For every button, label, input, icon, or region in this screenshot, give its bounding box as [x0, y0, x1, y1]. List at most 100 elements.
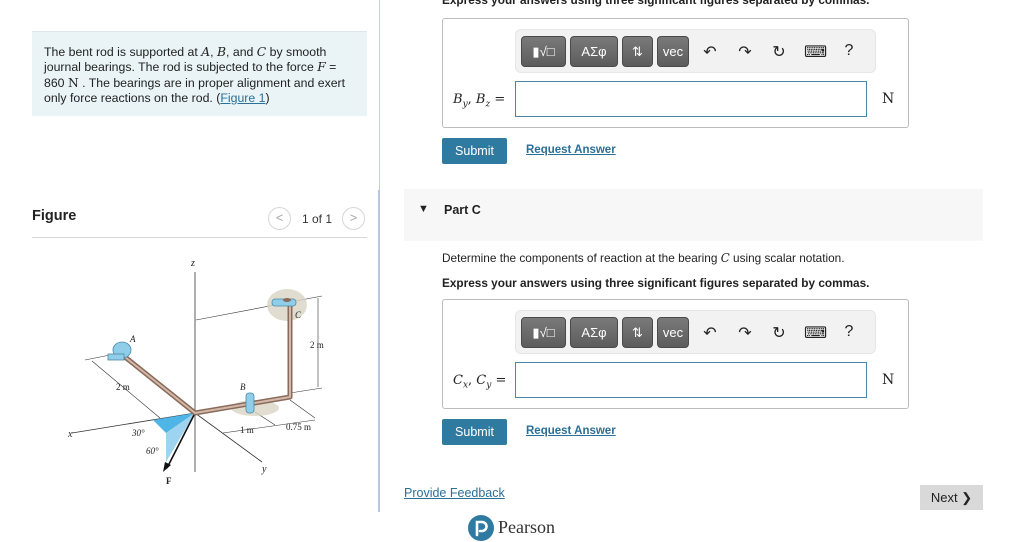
angle-30-label: 30° — [131, 428, 145, 438]
label-var: C — [453, 373, 463, 388]
greek-icon: ΑΣφ — [581, 325, 607, 340]
part-c-unit: N — [882, 372, 895, 388]
part-c-question: Determine the components of reaction at … — [442, 251, 845, 265]
problem-text: ) — [265, 91, 270, 106]
question-text: using scalar notation. — [729, 251, 845, 265]
vector-icon: vec — [662, 325, 684, 340]
greek-symbols-button[interactable]: ΑΣφ — [570, 317, 618, 348]
question-var: C — [720, 251, 730, 265]
point-a-label: A — [129, 334, 136, 344]
vector-button[interactable]: vec — [657, 36, 689, 67]
figure-pager-text: 1 of 1 — [302, 212, 333, 226]
chevron-right-icon: > — [349, 210, 358, 225]
figure-title: Figure — [32, 208, 77, 224]
keyboard-icon[interactable]: ⌨ — [804, 42, 827, 62]
sort-icon: ⇅ — [632, 44, 643, 59]
part-b-unit: N — [882, 91, 895, 107]
part-c-answer-label: Cx, Cy = — [453, 373, 507, 391]
bearing-b — [245, 392, 255, 414]
reset-icon[interactable]: ↻ — [768, 42, 790, 62]
templates-button[interactable]: ▮√□ — [521, 36, 566, 67]
var-f: F — [317, 60, 326, 75]
provide-feedback-link[interactable]: Provide Feedback — [404, 486, 505, 500]
vector-icon: vec — [662, 44, 684, 59]
part-b-instruction: Express your answers using three signifi… — [442, 0, 870, 7]
point-c-label: C — [295, 310, 302, 320]
previous-figure-button[interactable]: < — [268, 207, 291, 230]
pearson-brand-name: Pearson — [498, 517, 555, 537]
pane-resize-handle[interactable] — [378, 190, 380, 512]
part-c-header[interactable]: ▼ Part C — [404, 189, 983, 241]
next-button[interactable]: Next ❯ — [920, 485, 983, 510]
dimension-1m: 1 m — [240, 425, 254, 435]
part-c-answer-input[interactable] — [515, 362, 867, 398]
problem-text: , — [210, 45, 217, 59]
problem-text: The bent rod is supported at — [44, 45, 202, 59]
templates-button[interactable]: ▮√□ — [521, 317, 566, 348]
bent-rod-highlight — [119, 305, 291, 414]
dimension-line — [289, 399, 316, 419]
pearson-mark-icon — [468, 515, 494, 541]
figure-link[interactable]: Figure 1 — [220, 91, 265, 105]
undo-icon[interactable]: ↶ — [699, 323, 721, 343]
bent-rod — [118, 305, 293, 416]
part-b-answer-label: By, Bz = — [453, 92, 506, 110]
part-c-instruction: Express your answers using three signifi… — [442, 276, 870, 290]
help-icon[interactable]: ? — [838, 323, 860, 341]
part-b-math-toolbar: ▮√□ ΑΣφ ⇅ vec ↶ ↷ ↻ ⌨ ? — [515, 29, 876, 73]
pane-divider — [379, 0, 380, 190]
reset-icon[interactable]: ↻ — [768, 323, 790, 343]
label-equals: = — [491, 373, 507, 388]
problem-statement: The bent rod is supported at A, B, and C… — [32, 31, 367, 116]
part-c-math-toolbar: ▮√□ ΑΣφ ⇅ vec ↶ ↷ ↻ ⌨ ? — [515, 310, 876, 354]
bent-rod-diagram: z x y A B C 2 m 2 m 1 m 0.75 m 30° 60° F — [67, 258, 324, 486]
part-c-answer-box: ▮√□ ΑΣφ ⇅ vec ↶ ↷ ↻ ⌨ ? Cx, Cy = N — [442, 299, 909, 409]
label-var: B — [453, 92, 463, 107]
greek-symbols-button[interactable]: ΑΣφ — [570, 36, 618, 67]
part-c-request-answer-link[interactable]: Request Answer — [526, 425, 616, 437]
bearing-c — [271, 298, 297, 307]
undo-icon[interactable]: ↶ — [699, 42, 721, 62]
figure-image: z x y A B C 2 m 2 m 1 m 0.75 m 30° 60° F — [60, 250, 350, 490]
part-b-answer-box: ▮√□ ΑΣφ ⇅ vec ↶ ↷ ↻ ⌨ ? By, Bz = N — [442, 18, 909, 128]
problem-text: . The bearings are in proper alignment a… — [44, 75, 346, 106]
sort-button[interactable]: ⇅ — [622, 36, 653, 67]
templates-icon: ▮√□ — [532, 325, 555, 340]
problem-text: , and — [226, 45, 257, 59]
dimension-2m-left: 2 m — [116, 382, 130, 392]
templates-icon: ▮√□ — [532, 44, 555, 59]
angle-60-label: 60° — [146, 446, 159, 456]
force-f-label: F — [166, 476, 172, 486]
var-b: B — [216, 45, 227, 59]
chevron-left-icon: < — [275, 210, 284, 225]
x-axis-label: x — [67, 429, 73, 440]
y-axis — [194, 412, 263, 463]
z-axis-label: z — [190, 258, 195, 269]
var-c: C — [256, 45, 267, 59]
question-text: Determine the components of reaction at … — [442, 251, 721, 265]
keyboard-icon[interactable]: ⌨ — [804, 323, 827, 343]
part-b-request-answer-link[interactable]: Request Answer — [526, 144, 616, 156]
unit-n: N — [67, 75, 79, 90]
dimension-075m: 0.75 m — [286, 422, 311, 432]
part-b-submit-button[interactable]: Submit — [442, 138, 507, 164]
label-var: C — [476, 373, 487, 388]
y-axis-label: y — [261, 464, 267, 475]
label-equals: = — [490, 92, 506, 107]
vector-button[interactable]: vec — [657, 317, 689, 348]
next-figure-button[interactable]: > — [342, 207, 365, 230]
part-c-submit-button[interactable]: Submit — [442, 419, 507, 445]
part-c-title: Part C — [444, 203, 481, 217]
sort-icon: ⇅ — [632, 325, 643, 340]
point-b-label: B — [240, 382, 246, 392]
help-icon[interactable]: ? — [838, 42, 860, 60]
part-b-answer-input[interactable] — [515, 81, 867, 117]
sort-button[interactable]: ⇅ — [622, 317, 653, 348]
dimension-line — [289, 387, 323, 394]
var-a: A — [201, 45, 211, 59]
redo-icon[interactable]: ↷ — [734, 42, 756, 62]
greek-icon: ΑΣφ — [581, 44, 607, 59]
caret-down-icon: ▼ — [418, 203, 429, 215]
dimension-2m-right: 2 m — [310, 340, 324, 350]
redo-icon[interactable]: ↷ — [734, 323, 756, 343]
